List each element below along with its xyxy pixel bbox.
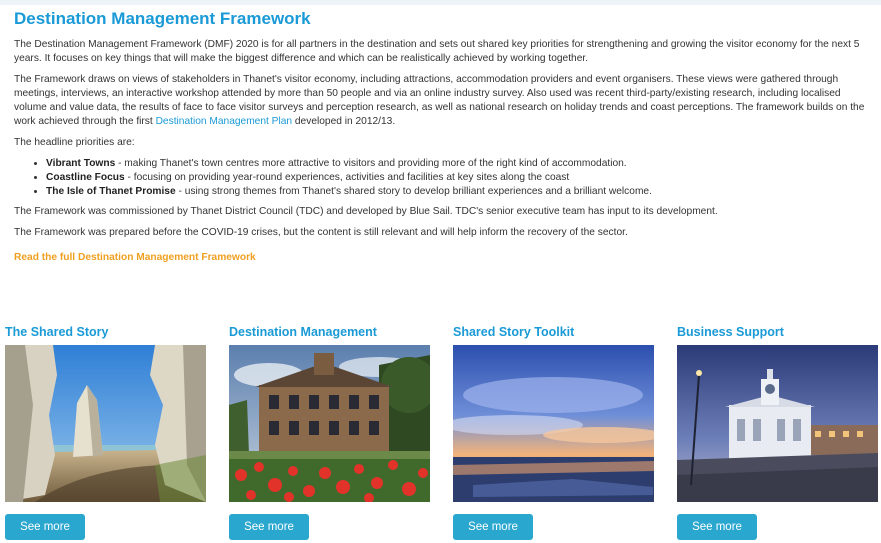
stakeholders-text: The Framework draws on views of stakehol… [14, 74, 865, 127]
priorities-list: Vibrant Towns - making Thanet's town cen… [14, 157, 874, 199]
top-strip [0, 0, 881, 5]
card-shared-story: The Shared Story See more [5, 323, 206, 540]
priority-desc: - using strong themes from Thanet's shar… [175, 186, 652, 197]
read-full-framework-link[interactable]: Read the full Destination Management Fra… [14, 252, 256, 263]
priority-desc: - making Thanet's town centres more attr… [115, 158, 627, 169]
priority-name: Vibrant Towns [46, 158, 116, 169]
see-more-button[interactable]: See more [453, 514, 533, 540]
list-item: Vibrant Towns - making Thanet's town cen… [46, 157, 874, 171]
card-title[interactable]: Shared Story Toolkit [453, 323, 654, 341]
commission-paragraph: The Framework was commissioned by Thanet… [14, 206, 718, 217]
stakeholders-paragraph: The Framework draws on views of stakehol… [14, 73, 874, 129]
card-image-manor-house[interactable] [229, 345, 430, 502]
priority-name: The Isle of Thanet Promise [46, 186, 176, 197]
priorities-intro: The headline priorities are: [14, 137, 135, 148]
card-title[interactable]: The Shared Story [5, 323, 206, 341]
priority-desc: - focusing on providing year-round exper… [124, 172, 570, 183]
see-more-button[interactable]: See more [677, 514, 757, 540]
harbour-building-dusk-image [677, 345, 878, 502]
card-image-sunset[interactable] [453, 345, 654, 502]
list-item: Coastline Focus - focusing on providing … [46, 171, 874, 185]
intro-paragraph: The Destination Management Framework (DM… [14, 39, 860, 64]
card-title[interactable]: Destination Management [229, 323, 430, 341]
card-title[interactable]: Business Support [677, 323, 878, 341]
card-image-chalk-stacks[interactable] [5, 345, 206, 502]
main-content: Destination Management Framework The Des… [14, 8, 874, 265]
see-more-button[interactable]: See more [229, 514, 309, 540]
see-more-button[interactable]: See more [5, 514, 85, 540]
list-item: The Isle of Thanet Promise - using stron… [46, 185, 874, 199]
card-business-support: Business Support See more [677, 323, 878, 540]
card-destination-management: Destination Management See more [229, 323, 430, 540]
manor-house-poppies-image [229, 345, 430, 502]
sunset-sea-image [453, 345, 654, 502]
destination-management-plan-link[interactable]: Destination Management Plan [156, 116, 292, 127]
page-title: Destination Management Framework [14, 9, 311, 28]
card-image-clock-house[interactable] [677, 345, 878, 502]
cards-row: The Shared Story See more Destination Ma… [5, 323, 881, 543]
priority-name: Coastline Focus [46, 172, 125, 183]
card-shared-story-toolkit: Shared Story Toolkit See more [453, 323, 654, 540]
chalk-stack-beach-image [5, 345, 206, 502]
covid-paragraph: The Framework was prepared before the CO… [14, 227, 628, 238]
stakeholders-text-end: developed in 2012/13. [292, 116, 396, 127]
